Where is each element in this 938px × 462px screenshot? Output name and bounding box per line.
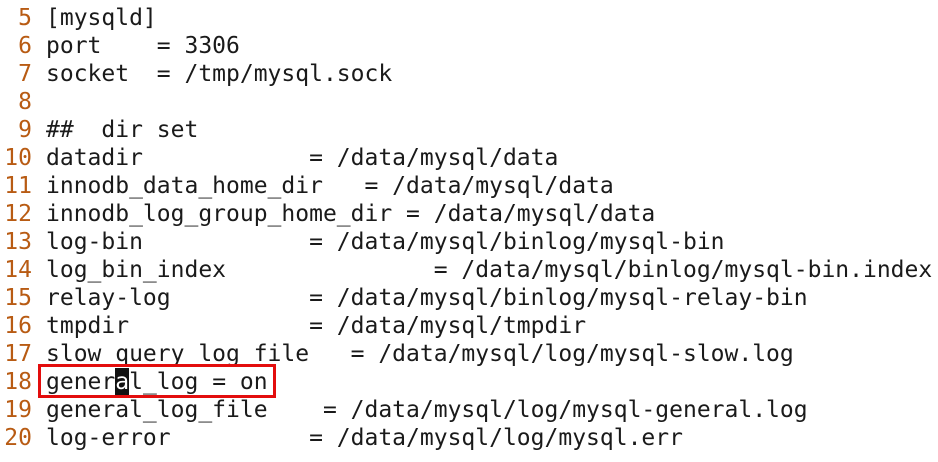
line-text[interactable]: datadir = /data/mysql/data [46, 144, 558, 172]
line-text[interactable]: general_log_file = /data/mysql/log/mysql… [46, 396, 808, 424]
line-text[interactable]: tmpdir = /data/mysql/tmpdir [46, 312, 586, 340]
line-text[interactable]: [mysqld] [46, 4, 157, 32]
code-line-11[interactable]: 11 innodb_data_home_dir = /data/mysql/da… [0, 172, 938, 200]
text-cursor[interactable]: a [115, 368, 130, 396]
line-number: 12 [4, 201, 32, 227]
line-number: 6 [18, 33, 32, 59]
code-line-17[interactable]: 17 slow_query_log_file = /data/mysql/log… [0, 340, 938, 368]
code-line-5[interactable]: 5 [mysqld] [0, 4, 938, 32]
code-line-15[interactable]: 15 relay-log = /data/mysql/binlog/mysql-… [0, 284, 938, 312]
code-line-7[interactable]: 7 socket = /tmp/mysql.sock [0, 60, 938, 88]
line-number: 13 [4, 229, 32, 255]
line-number: 14 [4, 257, 32, 283]
text-before-cursor: gener [46, 369, 116, 395]
code-line-13[interactable]: 13 log-bin = /data/mysql/binlog/mysql-bi… [0, 228, 938, 256]
line-text[interactable]: general_log = on [46, 368, 268, 396]
line-text[interactable]: innodb_data_home_dir = /data/mysql/data [46, 172, 614, 200]
line-text[interactable]: relay-log = /data/mysql/binlog/mysql-rel… [46, 284, 808, 312]
line-number: 7 [18, 61, 32, 87]
code-line-9[interactable]: 9 ## dir set [0, 116, 938, 144]
line-number: 20 [4, 425, 32, 451]
line-text[interactable]: port = 3306 [46, 32, 240, 60]
line-text[interactable]: innodb_log_group_home_dir = /data/mysql/… [46, 200, 655, 228]
code-line-8[interactable]: 8 [0, 88, 938, 116]
code-line-14[interactable]: 14 log_bin_index = /data/mysql/binlog/my… [0, 256, 938, 284]
line-number: 19 [4, 397, 32, 423]
line-text[interactable]: log-bin = /data/mysql/binlog/mysql-bin [46, 228, 725, 256]
line-number: 16 [4, 313, 32, 339]
code-line-6[interactable]: 6 port = 3306 [0, 32, 938, 60]
line-text[interactable]: log-error = /data/mysql/log/mysql.err [46, 424, 683, 452]
line-number: 18 [4, 369, 32, 395]
code-editor[interactable]: 5 [mysqld] 6 port = 3306 7 socket = /tmp… [0, 4, 938, 462]
line-number: 17 [4, 341, 32, 367]
code-line-16[interactable]: 16 tmpdir = /data/mysql/tmpdir [0, 312, 938, 340]
line-text[interactable]: socket = /tmp/mysql.sock [46, 60, 392, 88]
code-line-10[interactable]: 10 datadir = /data/mysql/data [0, 144, 938, 172]
line-number: 10 [4, 145, 32, 171]
line-number: 8 [18, 89, 32, 115]
code-line-12[interactable]: 12 innodb_log_group_home_dir = /data/mys… [0, 200, 938, 228]
code-line-partial [0, 452, 938, 462]
line-number: 15 [4, 285, 32, 311]
code-line-18[interactable]: 18 general_log = on [0, 364, 938, 398]
line-text[interactable]: log_bin_index = /data/mysql/binlog/mysql… [46, 256, 932, 284]
text-after-cursor: l_log = on [129, 369, 268, 395]
line-number: 11 [4, 173, 32, 199]
code-line-19[interactable]: 19 general_log_file = /data/mysql/log/my… [0, 396, 938, 424]
line-text[interactable]: slow_query_log_file = /data/mysql/log/my… [46, 340, 794, 368]
code-line-20[interactable]: 20 log-error = /data/mysql/log/mysql.err [0, 424, 938, 452]
line-number: 9 [18, 117, 32, 143]
line-text[interactable]: ## dir set [46, 116, 198, 144]
line-number: 5 [18, 5, 32, 31]
